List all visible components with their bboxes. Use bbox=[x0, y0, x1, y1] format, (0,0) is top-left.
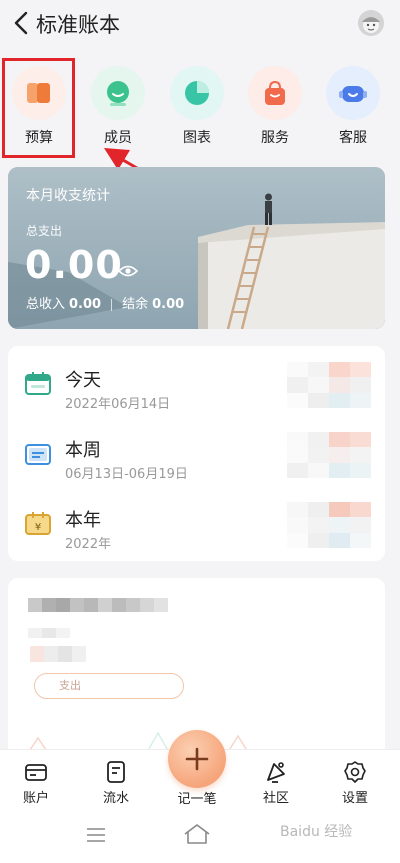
quick-action-member[interactable]: 成员 bbox=[83, 66, 153, 147]
eye-icon[interactable] bbox=[118, 264, 138, 278]
balance-label: 结余 bbox=[122, 297, 149, 312]
quick-action-label: 服务 bbox=[261, 130, 289, 146]
expense-pill[interactable]: 支出 bbox=[34, 673, 184, 699]
support-icon bbox=[326, 66, 380, 120]
menu-icon[interactable] bbox=[86, 827, 106, 843]
stats-summary: 总收入 0.00 结余 0.00 bbox=[26, 293, 184, 312]
bill-icon bbox=[107, 761, 125, 783]
income-label: 总收入 bbox=[26, 297, 66, 312]
page-title: 标准账本 bbox=[36, 13, 120, 37]
quick-action-service[interactable]: 服务 bbox=[240, 66, 310, 147]
period-item-week[interactable]: 本周 06月13日-06月19日 bbox=[8, 426, 385, 486]
header: 标准账本 bbox=[0, 0, 400, 48]
period-name: 本年 bbox=[65, 510, 101, 531]
system-nav-bar: Baidu 经验 bbox=[0, 813, 400, 863]
stats-title: 本月收支统计 bbox=[26, 188, 110, 204]
annotation-highlight-box bbox=[2, 58, 75, 158]
period-name: 今天 bbox=[65, 370, 101, 391]
blurred-subtitle bbox=[28, 628, 70, 638]
balance-value: 0.00 bbox=[152, 297, 185, 312]
avatar[interactable] bbox=[358, 10, 384, 36]
nav-account[interactable]: 账户 bbox=[6, 760, 66, 806]
blurred-amount bbox=[287, 432, 371, 478]
period-item-year[interactable]: ¥ 本年 2022年 bbox=[8, 496, 385, 556]
back-arrow-icon[interactable] bbox=[10, 10, 34, 36]
gear-icon bbox=[344, 761, 366, 783]
period-date: 2022年 bbox=[65, 537, 112, 552]
divider bbox=[111, 298, 113, 311]
member-icon bbox=[91, 66, 145, 120]
income-value: 0.00 bbox=[69, 297, 102, 312]
home-icon[interactable] bbox=[183, 823, 211, 845]
watermark: Baidu 经验 bbox=[280, 824, 353, 840]
quick-action-label: 客服 bbox=[339, 130, 367, 146]
period-date: 2022年06月14日 bbox=[65, 397, 171, 412]
svg-text:¥: ¥ bbox=[35, 522, 41, 533]
calendar-year-icon: ¥ bbox=[25, 512, 51, 535]
blurred-amount bbox=[287, 502, 371, 548]
quick-action-support[interactable]: 客服 bbox=[318, 66, 388, 147]
expense-label: 总支出 bbox=[26, 224, 63, 238]
add-record-button[interactable] bbox=[168, 730, 226, 788]
period-name: 本周 bbox=[65, 440, 101, 461]
period-list: 今天 2022年06月14日 本周 06月13日-06月19日 ¥ 本年 202… bbox=[8, 346, 385, 561]
nav-label: 社区 bbox=[262, 791, 289, 806]
calendar-today-icon bbox=[25, 372, 51, 395]
blurred-value bbox=[30, 646, 86, 662]
blurred-title bbox=[28, 598, 168, 612]
wallet-icon bbox=[25, 764, 47, 781]
calendar-week-icon bbox=[25, 444, 51, 465]
community-icon bbox=[267, 762, 285, 783]
nav-label: 流水 bbox=[102, 791, 129, 806]
blurred-amount bbox=[287, 362, 371, 408]
avatar-face-icon bbox=[358, 10, 384, 36]
chart-icon bbox=[170, 66, 224, 120]
expense-amount: 0.00 bbox=[25, 243, 123, 287]
monthly-stats-card[interactable]: 本月收支统计 总支出 0.00 总收入 0.00 结余 0.00 bbox=[8, 167, 385, 329]
nav-label: 设置 bbox=[341, 791, 368, 806]
period-date: 06月13日-06月19日 bbox=[65, 467, 188, 482]
nav-label: 账户 bbox=[22, 791, 49, 806]
quick-action-chart[interactable]: 图表 bbox=[162, 66, 232, 147]
nav-community[interactable]: 社区 bbox=[246, 760, 306, 806]
period-item-today[interactable]: 今天 2022年06月14日 bbox=[8, 356, 385, 416]
nav-bills[interactable]: 流水 bbox=[86, 760, 146, 806]
service-icon bbox=[248, 66, 302, 120]
add-record-label[interactable]: 记一笔 bbox=[168, 788, 226, 807]
plus-icon bbox=[185, 747, 209, 771]
nav-settings[interactable]: 设置 bbox=[325, 760, 385, 806]
